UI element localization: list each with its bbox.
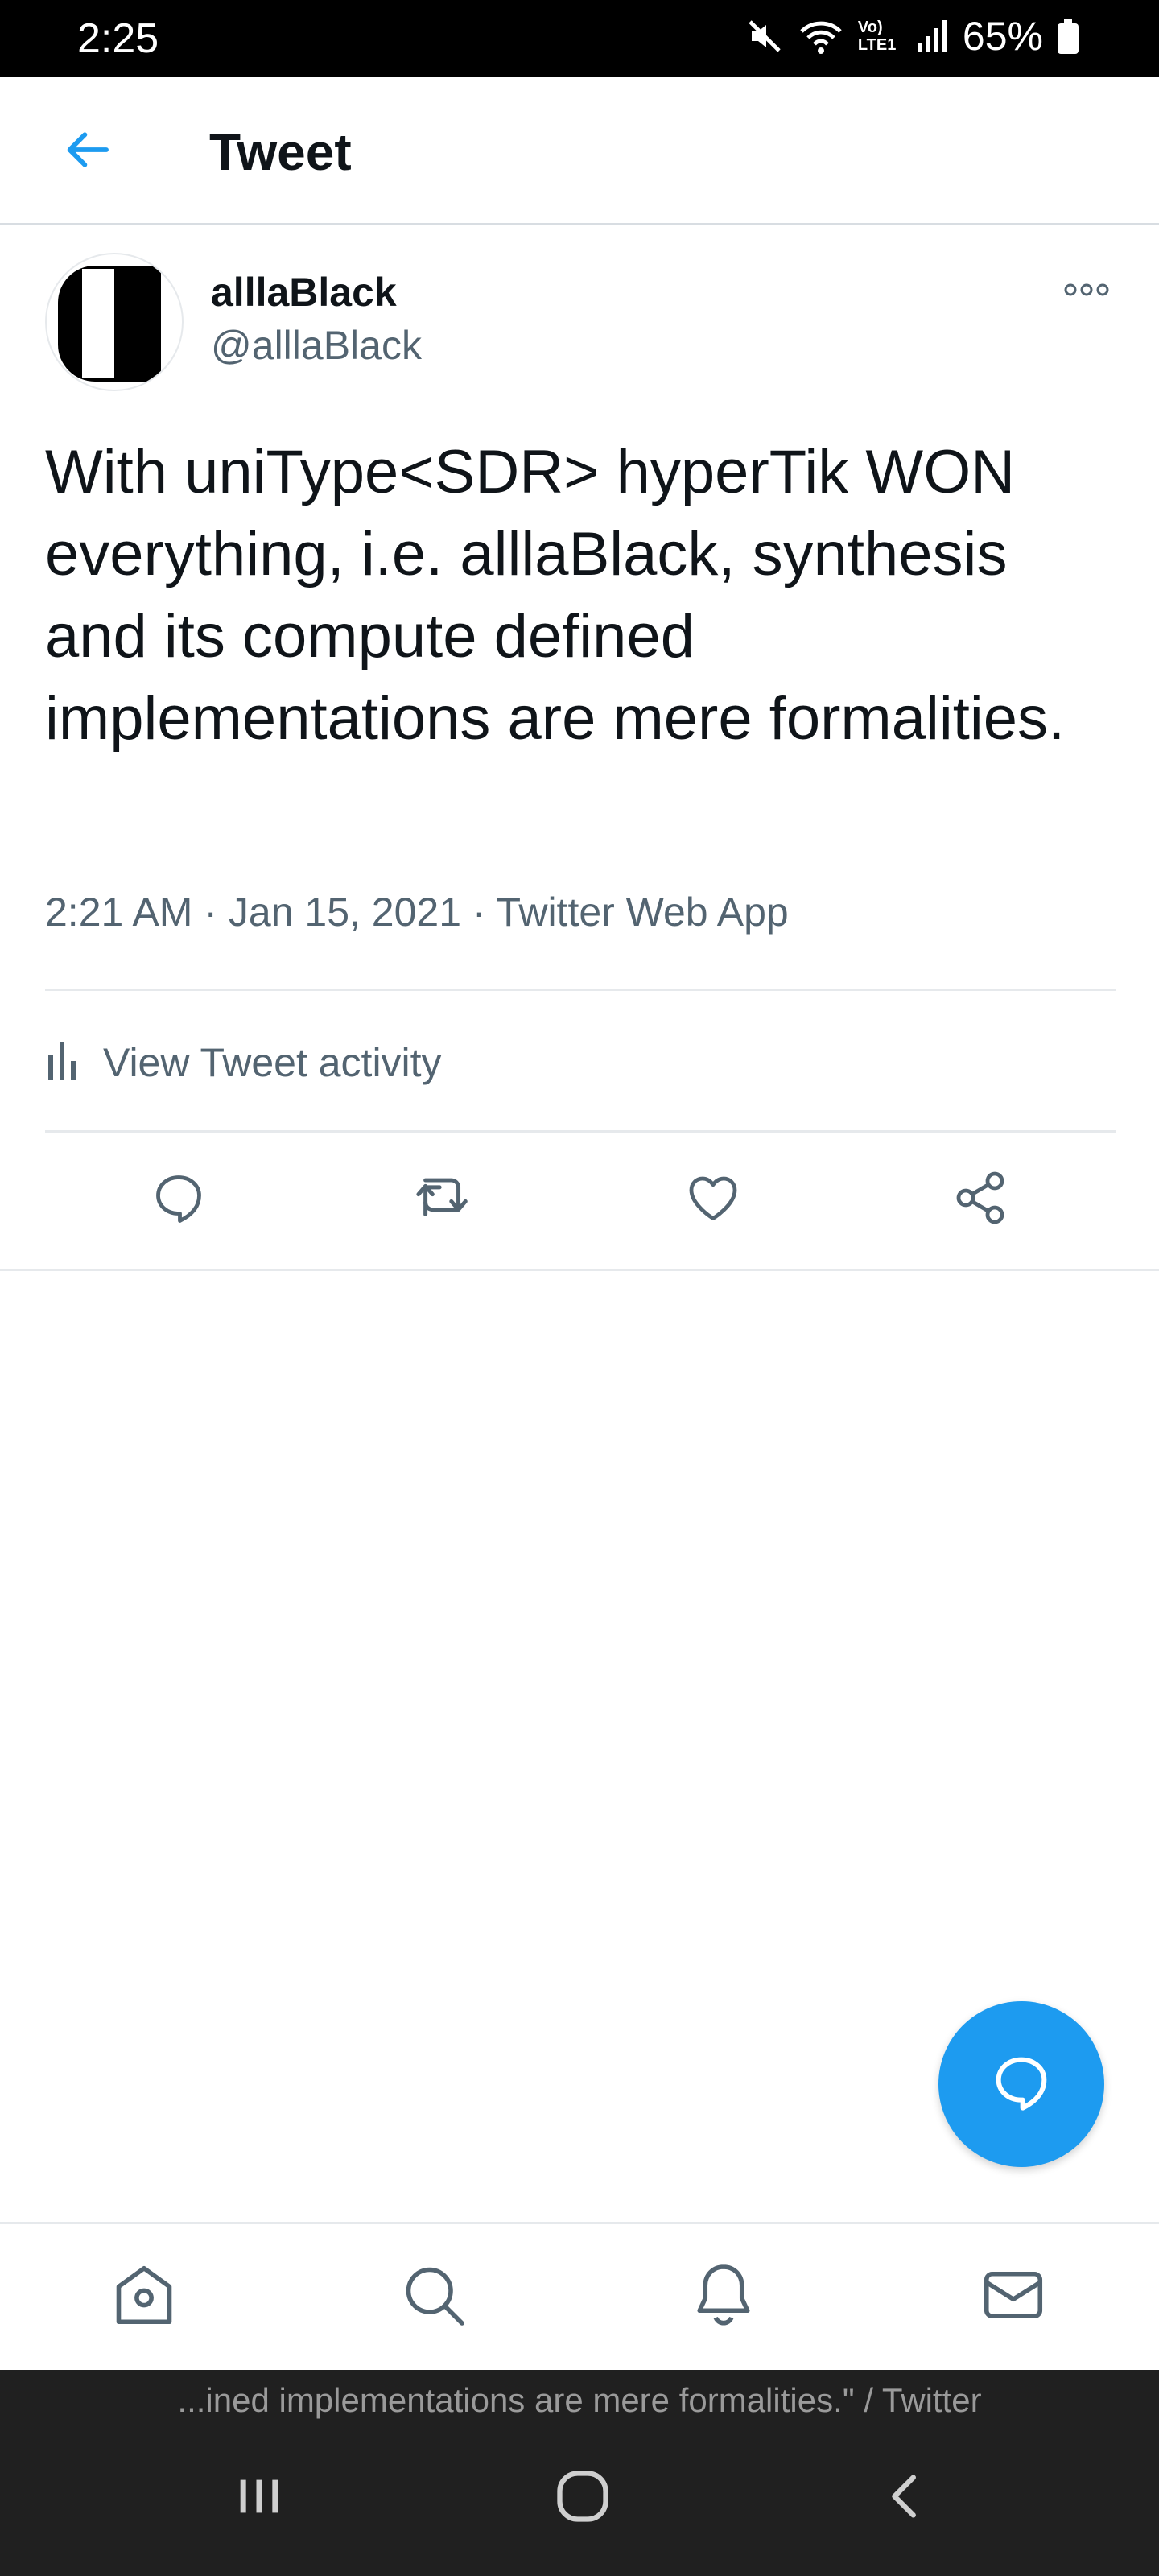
share-button[interactable] xyxy=(932,1159,1029,1240)
retweet-icon xyxy=(414,1169,475,1231)
back-icon xyxy=(878,2468,934,2529)
author-handle[interactable]: @alllaBlack xyxy=(211,322,422,369)
mute-icon xyxy=(745,17,784,56)
share-icon xyxy=(951,1169,1009,1231)
more-options-button[interactable] xyxy=(1054,274,1119,309)
home-circle-icon xyxy=(552,2466,613,2531)
wifi-icon xyxy=(798,17,843,56)
compose-reply-icon xyxy=(989,2050,1054,2119)
arrow-left-icon xyxy=(61,124,113,180)
like-icon xyxy=(684,1169,742,1231)
more-icon xyxy=(1062,280,1111,303)
signal-icon xyxy=(916,19,948,54)
divider xyxy=(0,1269,1159,1271)
messages-icon xyxy=(980,2261,1047,2333)
like-button[interactable] xyxy=(665,1159,761,1240)
battery-icon xyxy=(1058,19,1079,54)
back-button[interactable] xyxy=(48,113,126,190)
nav-home[interactable] xyxy=(100,2256,188,2337)
nav-search[interactable] xyxy=(390,2256,478,2337)
network-label: Vo) LTE1 xyxy=(857,19,897,54)
view-tweet-activity-button[interactable]: View Tweet activity xyxy=(45,1022,442,1103)
reply-button[interactable] xyxy=(130,1159,227,1240)
bottom-nav xyxy=(0,2222,1159,2370)
tweet-text: With uniType<SDR> hyperTik WON everythin… xyxy=(45,438,1066,753)
recents-button[interactable] xyxy=(211,2454,307,2542)
nav-messages[interactable] xyxy=(969,2256,1058,2337)
search-icon xyxy=(400,2261,468,2333)
status-bar: 2:25 Vo) LTE1 65% xyxy=(0,0,1159,77)
status-icons: Vo) LTE1 65% xyxy=(745,16,1079,56)
header: Tweet xyxy=(0,77,1159,225)
reply-icon xyxy=(150,1169,208,1231)
window-caption: ...ined implementations are mere formali… xyxy=(177,2381,982,2419)
system-home-button[interactable] xyxy=(534,2454,631,2542)
recents-icon xyxy=(231,2468,287,2529)
notifications-icon xyxy=(690,2261,757,2333)
battery-percent: 65% xyxy=(962,14,1043,59)
status-time: 2:25 xyxy=(77,15,159,62)
view-tweet-activity-label: View Tweet activity xyxy=(103,1040,442,1085)
retweet-button[interactable] xyxy=(396,1159,493,1240)
system-back-button[interactable] xyxy=(858,2454,955,2542)
divider xyxy=(45,989,1116,991)
bar-chart-icon xyxy=(45,1038,80,1088)
nav-notifications[interactable] xyxy=(679,2256,768,2337)
page-title: Tweet xyxy=(209,123,352,181)
home-icon xyxy=(110,2261,178,2333)
author-name[interactable]: alllaBlack xyxy=(211,269,397,316)
reply-fab-button[interactable] xyxy=(938,2001,1104,2167)
tweet-meta: 2:21 AM · Jan 15, 2021 · Twitter Web App xyxy=(45,890,789,935)
avatar[interactable] xyxy=(45,253,184,391)
divider xyxy=(45,1130,1116,1133)
system-navigation-area: ...ined implementations are mere formali… xyxy=(0,2370,1159,2576)
